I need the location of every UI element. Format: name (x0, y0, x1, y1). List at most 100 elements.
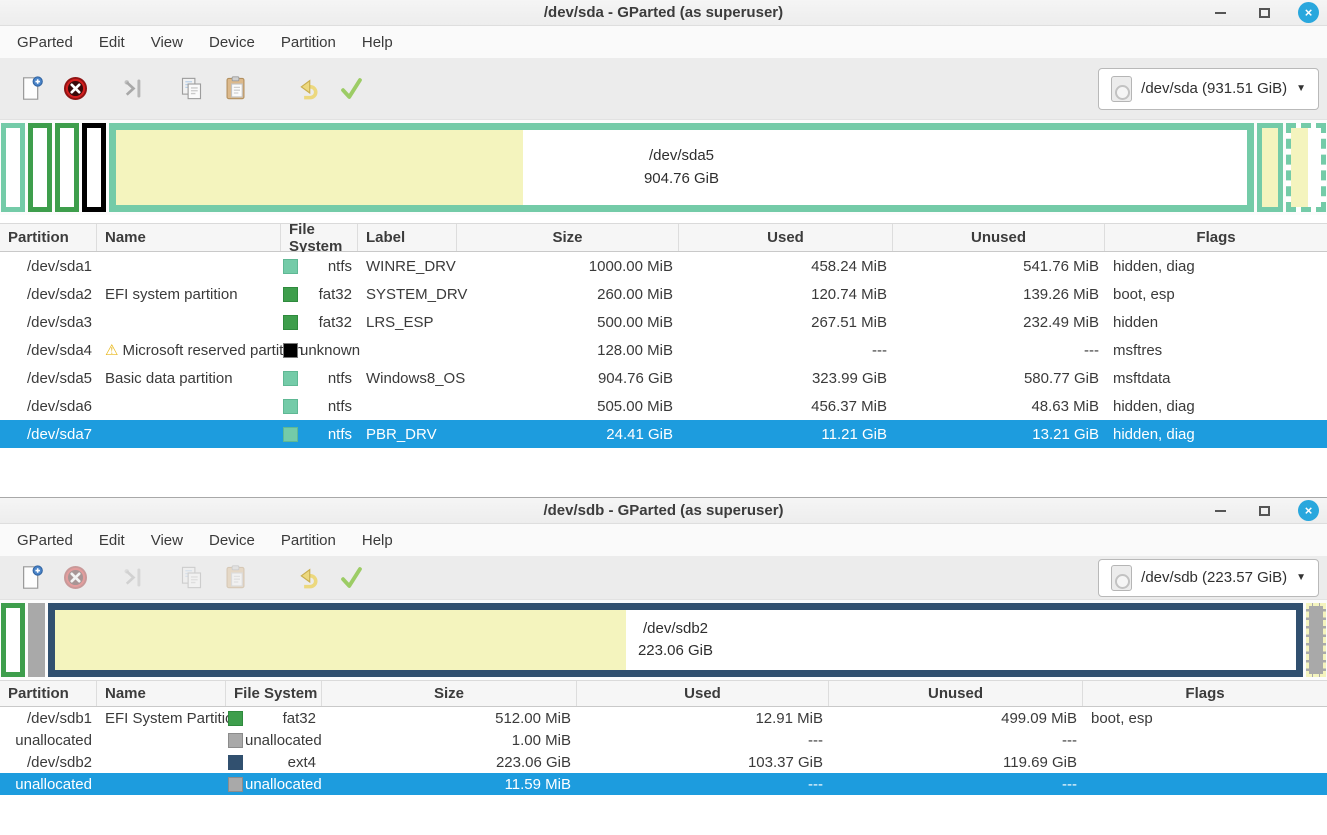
paste-icon (226, 565, 244, 589)
maximize-button[interactable] (1254, 501, 1274, 521)
gparted-window-sdb: /dev/sdb - GParted (as superuser) × GPar… (0, 497, 1327, 835)
disk-segment-/dev/sda3[interactable] (55, 123, 79, 212)
header-label[interactable]: Label (358, 224, 457, 251)
header-filesystem[interactable]: File System (226, 681, 322, 706)
disk-segment-/dev/sda7[interactable] (1286, 123, 1326, 212)
menu-device[interactable]: Device (196, 527, 268, 554)
header-filesystem[interactable]: File System (281, 221, 358, 255)
header-partition[interactable]: Partition (0, 681, 97, 706)
undo-icon (299, 568, 317, 589)
close-button[interactable]: × (1298, 2, 1319, 23)
table-row-unallocated-1[interactable]: unallocated unallocated 1.00 MiB --- --- (0, 729, 1327, 751)
close-button[interactable]: × (1298, 500, 1319, 521)
menu-edit[interactable]: Edit (86, 527, 138, 554)
disk-segment-/dev/sdb1[interactable] (1, 603, 25, 677)
apply-button[interactable] (332, 561, 370, 595)
size-cell: 260.00 MiB (597, 285, 673, 303)
table-row-sda4[interactable]: /dev/sda4 ⚠ Microsoft reserved partition … (0, 336, 1327, 364)
partition-cell: /dev/sda7 (26, 425, 92, 443)
menu-partition[interactable]: Partition (268, 527, 349, 554)
new-partition-button[interactable] (12, 72, 50, 106)
table-row-sda3[interactable]: /dev/sda3 fat32 LRS_ESP 500.00 MiB 267.5… (0, 308, 1327, 336)
table-row-sda7-selected[interactable]: /dev/sda7 ntfs PBR_DRV 24.41 GiB 11.21 G… (0, 420, 1327, 448)
size-cell: 128.00 MiB (597, 341, 673, 359)
copy-button[interactable] (172, 72, 210, 106)
menu-view[interactable]: View (138, 29, 196, 56)
table-row-sda6[interactable]: /dev/sda6 ntfs 505.00 MiB 456.37 MiB 48.… (0, 392, 1327, 420)
flags-cell: hidden (1113, 313, 1159, 331)
header-unused[interactable]: Unused (893, 224, 1105, 251)
maximize-button[interactable] (1254, 3, 1274, 23)
disk-segment-/dev/sda4[interactable] (82, 123, 106, 212)
disk-segment-/dev/sdb2[interactable]: /dev/sdb2 223.06 GiB (48, 603, 1303, 677)
minimize-button[interactable] (1210, 501, 1230, 521)
minimize-button[interactable] (1210, 3, 1230, 23)
name-cell: EFI System Partition (105, 709, 242, 727)
menu-gparted[interactable]: GParted (4, 527, 86, 554)
apply-icon (340, 78, 362, 99)
menu-partition[interactable]: Partition (268, 29, 349, 56)
name-cell: ⚠ Microsoft reserved partition (105, 342, 304, 359)
paste-button[interactable] (216, 72, 254, 106)
used-cell: 12.91 MiB (755, 709, 823, 727)
delete-partition-button[interactable] (56, 72, 94, 106)
copy-button[interactable] (172, 561, 210, 595)
filesystem-swatch (283, 370, 298, 386)
table-row-sdb2[interactable]: /dev/sdb2 ext4 223.06 GiB 103.37 GiB 119… (0, 751, 1327, 773)
size-cell: 505.00 MiB (597, 397, 673, 415)
segment-label: /dev/sdb2 223.06 GiB (637, 619, 714, 660)
header-size[interactable]: Size (457, 224, 679, 251)
resize-move-button[interactable] (114, 561, 152, 595)
titlebar[interactable]: /dev/sda - GParted (as superuser) × (0, 0, 1327, 26)
table-row-sda1[interactable]: /dev/sda1 ntfs WINRE_DRV 1000.00 MiB 458… (0, 252, 1327, 280)
new-partition-button[interactable] (12, 561, 50, 595)
undo-button[interactable] (288, 72, 326, 106)
table-row-unallocated-2-selected[interactable]: unallocated unallocated 11.59 MiB --- --… (0, 773, 1327, 795)
disk-segment-/dev/sda1[interactable] (1, 123, 25, 212)
minimize-icon (1214, 11, 1226, 14)
disk-segment-/dev/sda5[interactable]: /dev/sda5 904.76 GiB (109, 123, 1254, 212)
header-used[interactable]: Used (577, 681, 829, 706)
device-selector[interactable]: /dev/sda (931.51 GiB) ▼ (1098, 67, 1319, 110)
delete-partition-button[interactable] (56, 561, 94, 595)
header-used[interactable]: Used (679, 224, 893, 251)
menu-view[interactable]: View (138, 527, 196, 554)
partition-cell: /dev/sdb1 (26, 709, 92, 727)
partition-cell: /dev/sdb2 (26, 753, 92, 771)
device-selector-value: /dev/sdb (223.57 GiB) (1141, 569, 1288, 586)
flags-cell: msftres (1113, 341, 1163, 359)
device-selector[interactable]: /dev/sdb (223.57 GiB) ▼ (1098, 558, 1319, 597)
paste-button[interactable] (216, 561, 254, 595)
used-cell: 103.37 GiB (747, 753, 823, 771)
menu-edit[interactable]: Edit (86, 29, 138, 56)
header-name[interactable]: Name (97, 224, 281, 251)
undo-button[interactable] (288, 561, 326, 595)
menu-help[interactable]: Help (349, 527, 406, 554)
partition-table: Partition Name File System Label Size Us… (0, 221, 1327, 448)
used-space-fill (1262, 128, 1278, 207)
disk-segment-unallocated[interactable] (28, 603, 45, 677)
table-row-sda2[interactable]: /dev/sda2 EFI system partition fat32 SYS… (0, 280, 1327, 308)
header-flags[interactable]: Flags (1083, 681, 1327, 706)
titlebar[interactable]: /dev/sdb - GParted (as superuser) × (0, 498, 1327, 524)
label-cell: SYSTEM_DRV (366, 285, 468, 303)
disk-segment-/dev/sda2[interactable] (28, 123, 52, 212)
header-size[interactable]: Size (322, 681, 577, 706)
new-partition-icon (22, 565, 43, 589)
apply-button[interactable] (332, 72, 370, 106)
header-name[interactable]: Name (97, 681, 226, 706)
menu-help[interactable]: Help (349, 29, 406, 56)
size-cell: 1000.00 MiB (588, 257, 673, 275)
header-partition[interactable]: Partition (0, 224, 97, 251)
table-row-sdb1[interactable]: /dev/sdb1 EFI System Partition fat32 512… (0, 707, 1327, 729)
table-row-sda5[interactable]: /dev/sda5 Basic data partition ntfs Wind… (0, 364, 1327, 392)
filesystem-swatch (228, 754, 243, 770)
resize-move-button[interactable] (114, 72, 152, 106)
header-unused[interactable]: Unused (829, 681, 1083, 706)
disk-segment-/dev/sda6[interactable] (1257, 123, 1283, 212)
header-flags[interactable]: Flags (1105, 224, 1327, 251)
disk-segment-unallocated[interactable] (1306, 603, 1326, 677)
menu-gparted[interactable]: GParted (4, 29, 86, 56)
used-cell: --- (808, 731, 823, 749)
menu-device[interactable]: Device (196, 29, 268, 56)
